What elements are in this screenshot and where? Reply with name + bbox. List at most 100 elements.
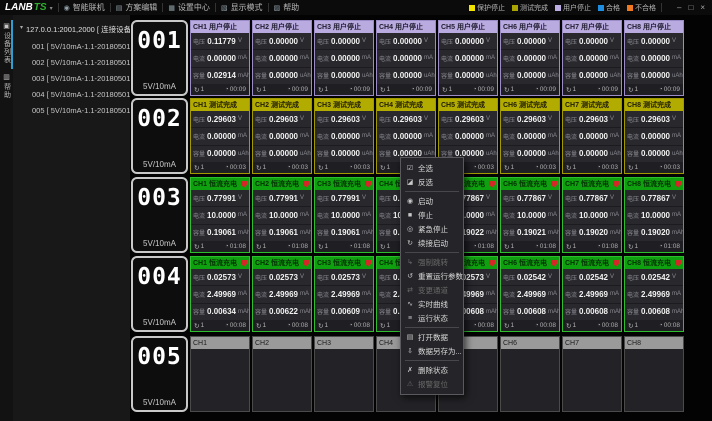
clock-icon: ◔ [411,86,415,93]
channel-name: CH2 [255,260,269,267]
menubar-item-smart-link[interactable]: ◉ 智能联机 [64,2,105,13]
context-menu-item-select-all[interactable]: ☑ 全选 [401,161,463,175]
context-menu-item-resume-start[interactable]: ↻ 续接启动 [401,236,463,250]
context-menu-item-delete-status[interactable]: ✗ 删除状态 [401,363,463,377]
menubar-item-settings-center[interactable]: ▦ 设置中心 [168,2,210,13]
channel-card-002-ch1[interactable]: CH1 测试完成 电压 0.29603 V 电流 0.00000 mA 容量 0… [190,98,250,174]
channel-card-001-ch1[interactable]: CH1 用户停止 电压 0.11779 V 电流 0.00000 mA 容量 0… [190,20,250,96]
channel-card-005-ch7[interactable]: CH7 [562,336,622,412]
voltage-label: 电压 [627,273,639,282]
channel-card-003-ch1[interactable]: CH1 恒流充电 电压 0.77991 V 电流 10.0000 mA 容量 0… [190,177,250,253]
channel-card-header: CH7 [563,337,621,349]
capacity-row: 容量 0.19061 mAh [191,225,249,241]
context-menu-item-force-jump: ↳ 强制跳转 [401,255,463,269]
context-menu-item-start[interactable]: ◉ 启动 [401,194,463,208]
channel-card-005-ch2[interactable]: CH2 [252,336,312,412]
device-tile[interactable]: 004 5V/10mA [131,256,188,332]
context-menu-item-run-status[interactable]: ≡ 运行状态 [401,311,463,325]
context-menu-item-realtime-curve[interactable]: ∿ 实时曲线 [401,297,463,311]
channel-card-002-ch3[interactable]: CH3 测试完成 电压 0.29603 V 电流 0.00000 mA 容量 0… [314,98,374,174]
context-menu-item-label: 续接启动 [418,238,448,249]
channel-card-header: CH8 恒流充电 [625,257,683,269]
tree-device-item[interactable]: 003 [ 5V/10mA-1.1-20180501003 ] [13,70,130,86]
channel-card-footer: ↻ 1 ◔ 00:09 [563,84,621,95]
channel-card-003-ch6[interactable]: CH6 恒流充电 电压 0.77867 V 电流 10.0000 mA 容量 0… [500,177,560,253]
voltage-unit: V [424,38,433,44]
channel-card-001-ch5[interactable]: CH5 用户停止 电压 0.00000 V 电流 0.00000 mA 容量 0… [438,20,498,96]
current-value: 0.00000 [392,132,423,141]
logo-caret-icon[interactable]: ▾ [50,5,53,12]
context-menu-item-reset-run-params[interactable]: ↺ 重置运行参数 [401,269,463,283]
device-tile[interactable]: 005 5V/10mA [131,336,188,412]
context-menu-item-emergency-stop[interactable]: ◎ 紧急停止 [401,222,463,236]
channel-card-002-ch6[interactable]: CH6 测试完成 电压 0.29603 V 电流 0.00000 mA 容量 0… [500,98,560,174]
menubar-item-help[interactable]: ▨ 帮助 [274,2,300,13]
channel-card-001-ch3[interactable]: CH3 用户停止 电压 0.00000 V 电流 0.00000 mA 容量 0… [314,20,374,96]
channel-card-001-ch8[interactable]: CH8 用户停止 电压 0.00000 V 电流 0.00000 mA 容量 0… [624,20,684,96]
channel-card-005-ch6[interactable]: CH6 [500,336,560,412]
tree-device-item[interactable]: 001 [ 5V/10mA-1.1-20180501001 ] [13,38,130,54]
menubar-item-plan-edit[interactable]: ▤ 方案编辑 [116,2,158,13]
current-row: 电流 0.00000 mA [625,50,683,67]
tree-device-item[interactable]: 002 [ 5V/10mA-1.1-20180501002 ] [13,54,130,70]
loop-count: 1 [448,86,452,93]
device-row-001: 001 5V/10mA CH1 用户停止 电压 0.11779 V 电流 0.0… [131,20,684,96]
channel-card-004-ch1[interactable]: CH1 恒流充电 电压 0.02573 V 电流 2.49969 mA 容量 0… [190,256,250,332]
channel-card-003-ch2[interactable]: CH2 恒流充电 电压 0.77991 V 电流 10.0000 mA 容量 0… [252,177,312,253]
channel-card-003-ch7[interactable]: CH7 恒流充电 电压 0.77867 V 电流 10.0000 mA 容量 0… [562,177,622,253]
rail-tab-icon: ▥ [3,73,10,81]
channel-card-004-ch2[interactable]: CH2 恒流充电 电压 0.02573 V 电流 2.49969 mA 容量 0… [252,256,312,332]
tree-root-node[interactable]: ▾ 127.0.0.1:2001,2000 [ 连接设备5 台 ] [13,22,130,38]
context-menu-item-save-data-as[interactable]: ⇩ 数据另存为... [401,344,463,358]
channel-card-001-ch6[interactable]: CH6 用户停止 电压 0.00000 V 电流 0.00000 mA 容量 0… [500,20,560,96]
context-menu-item-open-data[interactable]: ▤ 打开数据 [401,330,463,344]
channel-status: 测试完成 [519,100,547,110]
tree-device-item[interactable]: 004 [ 5V/10mA-1.1-20180501004 ] [13,86,130,102]
app-logo: LANBTS ▾ [5,2,53,13]
current-label: 电流 [503,54,515,63]
voltage-row: 电压 0.00000 V [439,33,497,50]
channel-card-001-ch7[interactable]: CH7 用户停止 电压 0.00000 V 电流 0.00000 mA 容量 0… [562,20,622,96]
context-menu-item-invert-select[interactable]: ◪ 反选 [401,175,463,189]
restore-button[interactable]: □ [688,3,693,12]
voltage-value: 0.77867 [578,194,609,203]
channel-card-002-ch2[interactable]: CH2 测试完成 电压 0.29603 V 电流 0.00000 mA 容量 0… [252,98,312,174]
channel-card-005-ch3[interactable]: CH3 [314,336,374,412]
channel-card-004-ch6[interactable]: CH6 恒流充电 电压 0.02542 V 电流 2.49969 mA 容量 0… [500,256,560,332]
minimize-button[interactable]: – [677,3,681,12]
device-tree-panel: ▾ 127.0.0.1:2001,2000 [ 连接设备5 台 ] 001 [ … [13,15,130,421]
menubar-divider [215,3,216,12]
close-button[interactable]: × [700,3,705,12]
channel-card-002-ch7[interactable]: CH7 测试完成 电压 0.29603 V 电流 0.00000 mA 容量 0… [562,98,622,174]
device-tile[interactable]: 001 5V/10mA [131,20,188,96]
channel-card-body: 电压 0.29603 V 电流 0.00000 mA 容量 0.00000 uA… [191,111,249,162]
rail-tab-help[interactable]: ▥ 帮助 [0,70,13,105]
channel-card-005-ch1[interactable]: CH1 [190,336,250,412]
capacity-value: 0.00000 [392,71,423,80]
channel-card-001-ch4[interactable]: CH4 用户停止 电压 0.00000 V 电流 0.00000 mA 容量 0… [376,20,436,96]
channel-card-003-ch8[interactable]: CH8 恒流充电 电压 0.77867 V 电流 10.0000 mA 容量 0… [624,177,684,253]
channel-card-004-ch3[interactable]: CH3 恒流充电 电压 0.02573 V 电流 2.49969 mA 容量 0… [314,256,374,332]
capacity-value: 0.02914 [206,71,237,80]
device-tile[interactable]: 002 5V/10mA [131,98,188,174]
channel-card-004-ch8[interactable]: CH8 恒流充电 电压 0.02542 V 电流 2.49969 mA 容量 0… [624,256,684,332]
loop-count: 1 [200,322,204,329]
current-value: 0.00000 [640,132,671,141]
channel-card-002-ch8[interactable]: CH8 测试完成 电压 0.29603 V 电流 0.00000 mA 容量 0… [624,98,684,174]
channel-card-body [315,349,373,411]
tree-expander-icon[interactable]: ▾ [20,24,23,35]
current-unit: mA [300,55,309,61]
channel-card-header: CH2 恒流充电 [253,178,311,190]
device-tile[interactable]: 003 5V/10mA [131,177,188,253]
context-menu-item-stop[interactable]: ■ 停止 [401,208,463,222]
menubar-item-display-mode[interactable]: ▧ 显示模式 [221,2,263,13]
channel-card-003-ch3[interactable]: CH3 恒流充电 电压 0.77991 V 电流 10.0000 mA 容量 0… [314,177,374,253]
channel-card-001-ch2[interactable]: CH2 用户停止 电压 0.00000 V 电流 0.00000 mA 容量 0… [252,20,312,96]
elapsed-time: 00:09 [478,86,494,93]
channel-card-004-ch7[interactable]: CH7 恒流充电 电压 0.02542 V 电流 2.49969 mA 容量 0… [562,256,622,332]
tree-device-item[interactable]: 005 [ 5V/10mA-1.1-20180501005 ] [13,102,130,118]
channel-card-005-ch8[interactable]: CH8 [624,336,684,412]
elapsed-time: 00:08 [292,322,308,329]
rail-tab-device-list[interactable]: ▣ 设备列表 [0,19,13,70]
voltage-unit: V [300,38,309,44]
